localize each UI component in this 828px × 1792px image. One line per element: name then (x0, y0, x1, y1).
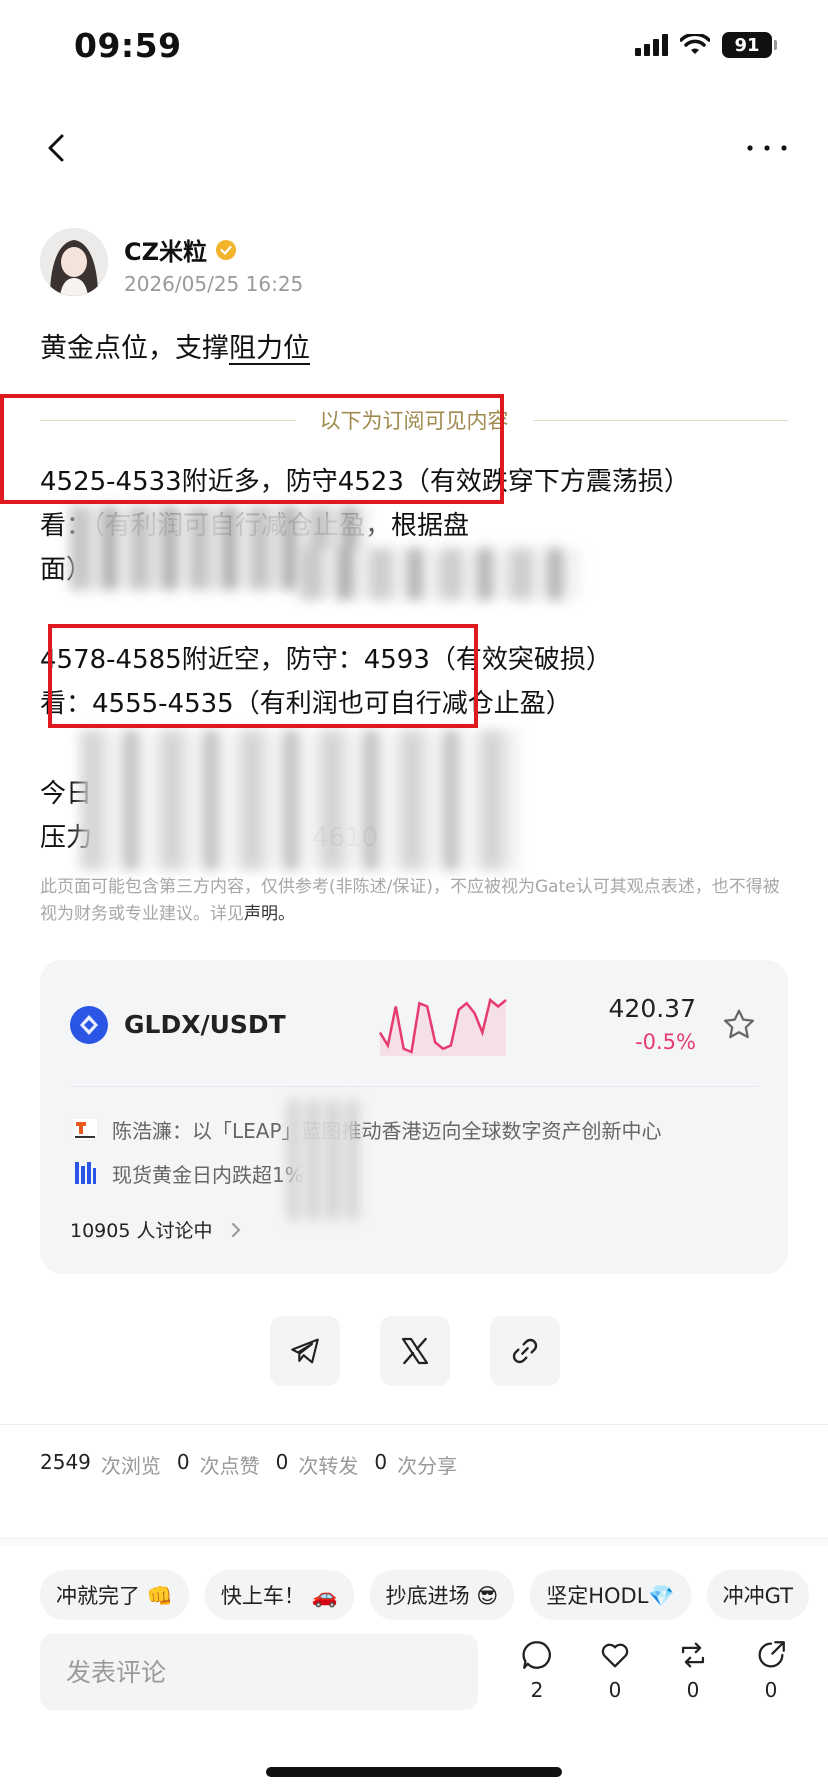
avatar-image (40, 228, 108, 296)
comment-bubble-icon (522, 1641, 551, 1669)
shares-count: 0 (374, 1450, 388, 1474)
share-row (270, 1316, 560, 1386)
divider-line-right (532, 419, 788, 421)
avatar[interactable] (40, 228, 108, 296)
discussion-count[interactable]: 10905 人讨论中 (70, 1216, 245, 1243)
highlight-box-1 (0, 394, 504, 504)
trading-pair: GLDX/USDT (124, 1010, 286, 1039)
disclaimer-link[interactable]: 声明。 (244, 904, 295, 924)
share-x-button[interactable] (380, 1316, 450, 1386)
views-label: 次浏览 (100, 1454, 161, 1478)
heart-icon (601, 1643, 629, 1668)
status-bar: 09:59 91 (0, 0, 828, 100)
reposts-label: 次转发 (298, 1454, 359, 1478)
like-count: 0 (608, 1678, 622, 1702)
home-indicator (266, 1767, 562, 1777)
section-divider-thick (0, 1538, 828, 1546)
post-stats: 2549 次浏览 0 次点赞 0 次转发 0 次分享 (40, 1450, 457, 1479)
share-count: 0 (764, 1678, 778, 1702)
repost-icon (681, 1642, 705, 1668)
market-card[interactable]: GLDX/USDT 420.37 -0.5% 陈浩濂：以「LEAP」蓝图推动香港… (40, 960, 788, 1274)
card-divider (70, 1086, 758, 1087)
verified-badge-icon (216, 239, 237, 260)
like-button[interactable]: 0 (594, 1638, 636, 1702)
news-item[interactable]: 现货黄金日内跌超1% (70, 1158, 304, 1188)
shares-label: 次分享 (397, 1454, 458, 1478)
star-icon (723, 1009, 755, 1039)
cellular-signal-icon (635, 34, 668, 56)
discussion-count-text: 10905 人讨论中 (70, 1220, 213, 1242)
reposts-count: 0 (275, 1450, 289, 1474)
redaction-blur-3 (80, 730, 520, 870)
share-telegram-button[interactable] (270, 1316, 340, 1386)
more-options-button[interactable] (742, 124, 792, 174)
price-sparkline (378, 997, 507, 1056)
chevron-left-icon (48, 134, 64, 162)
quick-reply-chip[interactable]: 冲就完了 👊 (40, 1570, 189, 1620)
battery-level: 91 (734, 34, 760, 56)
techub-news-icon (71, 1117, 99, 1141)
status-icons: 91 (635, 32, 777, 58)
quick-reply-chip[interactable]: 坚定HODL💎 (530, 1570, 691, 1620)
redaction-blur-2 (300, 548, 580, 600)
chevron-right-icon (231, 1223, 240, 1237)
news-item-text: 陈浩濂：以「LEAP」蓝图推动香港迈向全球数字资产创新中心 (112, 1118, 662, 1143)
bars-news-icon (75, 1162, 96, 1184)
back-button[interactable] (34, 124, 84, 174)
more-dots-icon (747, 145, 787, 151)
quick-reply-chip[interactable]: 抄底进场 😎 (369, 1570, 515, 1620)
author-name-row: CZ米粒 (124, 232, 237, 267)
post-title-part1: 黄金点位，支撑 (40, 333, 229, 364)
views-count: 2549 (40, 1450, 91, 1474)
likes-count: 0 (176, 1450, 190, 1474)
quick-reply-chip[interactable]: 冲冲GT (706, 1570, 809, 1620)
post-timestamp: 2026/05/25 16:25 (124, 272, 304, 296)
highlight-box-2 (48, 624, 478, 728)
post-actions: 2 0 0 0 (516, 1638, 792, 1702)
quick-reply-chip[interactable]: 快上车！ 🚗 (204, 1570, 354, 1620)
comment-button[interactable]: 2 (516, 1638, 558, 1702)
disclaimer-text: 此页面可能包含第三方内容，仅供参考(非陈述/保证)，不应被视为Gate认可其观点… (40, 877, 780, 924)
link-icon (512, 1338, 538, 1364)
share-button[interactable]: 0 (750, 1638, 792, 1702)
repost-button[interactable]: 0 (672, 1638, 714, 1702)
section-divider (0, 1424, 828, 1425)
comment-count: 2 (530, 1678, 544, 1702)
x-logo-icon (401, 1337, 429, 1365)
telegram-icon (291, 1338, 319, 1364)
top-nav (0, 120, 828, 180)
post-title-part2: 阻力位 (229, 333, 310, 364)
likes-label: 次点赞 (199, 1454, 260, 1478)
author-name[interactable]: CZ米粒 (124, 232, 207, 267)
price-value: 420.37 (608, 994, 696, 1023)
copy-link-button[interactable] (490, 1316, 560, 1386)
redaction-blur-4 (288, 1100, 358, 1220)
price-change: -0.5% (635, 1030, 696, 1054)
share-arrow-icon (758, 1641, 785, 1668)
news-item[interactable]: 陈浩濂：以「LEAP」蓝图推动香港迈向全球数字资产创新中心 (70, 1114, 662, 1144)
gldx-coin-icon (70, 1006, 108, 1044)
post-title: 黄金点位，支撑阻力位 (40, 326, 310, 365)
repost-count: 0 (686, 1678, 700, 1702)
author-header: CZ米粒 2026/05/25 16:25 (40, 228, 790, 300)
status-time: 09:59 (74, 26, 182, 65)
comment-input[interactable] (40, 1634, 478, 1710)
disclaimer: 此页面可能包含第三方内容，仅供参考(非陈述/保证)，不应被视为Gate认可其观点… (40, 874, 780, 928)
battery-icon: 91 (722, 32, 777, 58)
quick-reply-chips: 冲就完了 👊 快上车！ 🚗 抄底进场 😎 坚定HODL💎 冲冲GT (40, 1570, 828, 1620)
wifi-icon (680, 34, 710, 54)
favorite-button[interactable] (720, 1006, 758, 1044)
news-item-text: 现货黄金日内跌超1% (112, 1162, 304, 1187)
